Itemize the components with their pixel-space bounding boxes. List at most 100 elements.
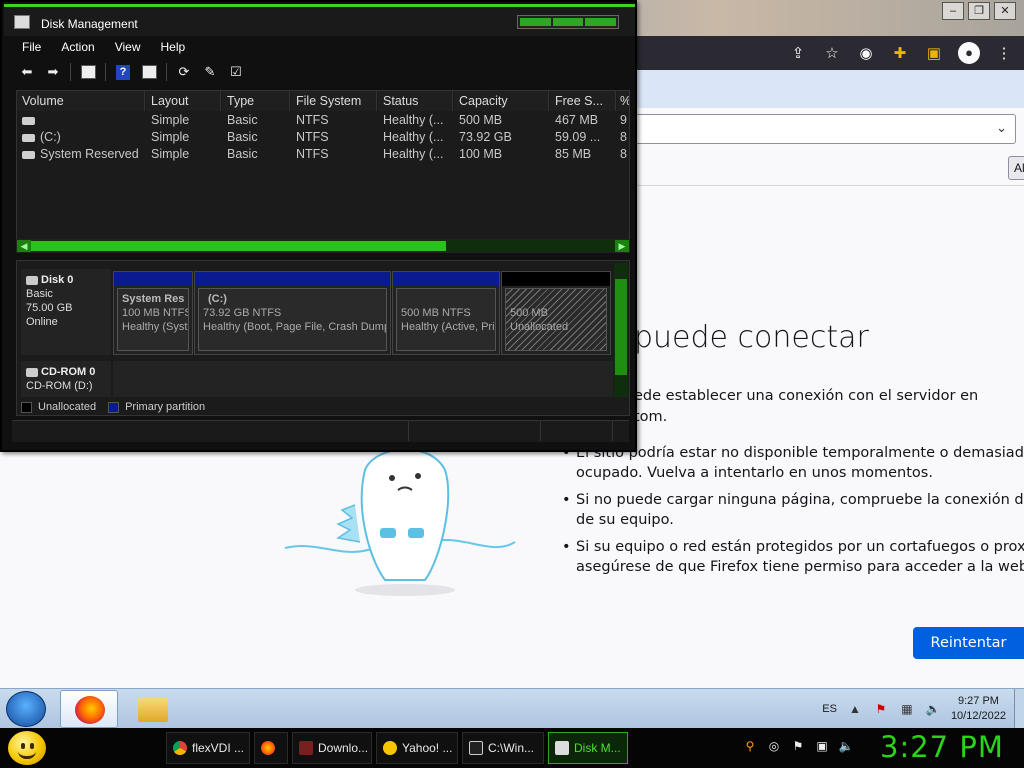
- language-indicator[interactable]: ES: [822, 703, 837, 715]
- network-icon[interactable]: ▣: [814, 738, 830, 754]
- host-taskbar: flexVDI ... Downlo... Yahoo! ... C:\Win.…: [0, 728, 1024, 768]
- table-row[interactable]: (C:) Simple Basic NTFS Healthy (... 73.9…: [17, 129, 629, 146]
- task-cmd[interactable]: C:\Win...: [462, 732, 544, 764]
- status-bar: [12, 420, 629, 442]
- menu-view[interactable]: View: [105, 38, 151, 58]
- action-center-flag-icon[interactable]: ⚑: [790, 738, 806, 754]
- cmd-icon: [469, 741, 483, 755]
- partition-c[interactable]: (C:) 73.92 GB NTFS Healthy (Boot, Page F…: [194, 271, 391, 355]
- task-yahoo[interactable]: Yahoo! ...: [376, 732, 458, 764]
- close-button[interactable]: [585, 18, 617, 26]
- maximize-button[interactable]: ❐: [968, 2, 990, 20]
- share-icon[interactable]: ⇪: [788, 43, 808, 63]
- smiley-start-icon[interactable]: [8, 731, 46, 765]
- cell-type: Basic: [227, 113, 258, 127]
- show-desktop-button[interactable]: [1014, 689, 1024, 729]
- tray-time: 9:27 PM: [957, 695, 999, 707]
- taskbar-firefox-button[interactable]: [60, 690, 118, 728]
- network-icon[interactable]: ▦: [899, 701, 915, 717]
- menu-icon[interactable]: ⋮: [994, 43, 1014, 63]
- properties-icon[interactable]: [140, 63, 158, 81]
- show-hide-console-icon[interactable]: [79, 63, 97, 81]
- column-type[interactable]: Type: [222, 91, 290, 111]
- account-icon[interactable]: ●: [958, 42, 980, 64]
- cell-percent-free: 8: [620, 147, 627, 161]
- partition-unallocated[interactable]: 500 MB Unallocated: [501, 271, 611, 355]
- status-icon[interactable]: ◎: [766, 738, 782, 754]
- column-layout[interactable]: Layout: [146, 91, 221, 111]
- retry-button[interactable]: Reintentar: [913, 627, 1024, 659]
- partition-system-reserved[interactable]: System Res 100 MB NTFS Healthy (Syst: [113, 271, 193, 355]
- suggestion-line: El sitio podría estar no disponible temp…: [576, 445, 1024, 461]
- task-flexvdi[interactable]: flexVDI ...: [166, 732, 250, 764]
- cell-volume: (C:): [17, 129, 145, 146]
- table-row[interactable]: Simple Basic NTFS Healthy (... 500 MB 46…: [17, 112, 629, 129]
- extension-icon[interactable]: ✚: [890, 43, 910, 63]
- sidebar-icon[interactable]: ▣: [924, 43, 944, 63]
- scroll-left-arrow-icon[interactable]: ◀: [17, 240, 31, 252]
- cell-capacity: 100 MB: [459, 147, 503, 161]
- container-icon[interactable]: ◉: [856, 43, 876, 63]
- cell-capacity: 500 MB: [459, 113, 503, 127]
- scrollbar-thumb[interactable]: [31, 241, 446, 251]
- chevron-down-icon[interactable]: ⌄: [996, 120, 1007, 136]
- cell-status: Healthy (...: [383, 113, 444, 127]
- refresh-icon[interactable]: ⟳: [175, 63, 193, 81]
- horizontal-scrollbar[interactable]: ◀ ▶: [16, 239, 630, 253]
- disk-name: Disk 0: [41, 274, 74, 286]
- column-status[interactable]: Status: [378, 91, 453, 111]
- cdrom-0-label[interactable]: CD-ROM 0 CD-ROM (D:): [21, 361, 111, 397]
- task-disk-management[interactable]: Disk M...: [548, 732, 628, 764]
- taskbar-explorer-button[interactable]: [124, 690, 182, 728]
- close-button[interactable]: ✕: [994, 2, 1016, 20]
- table-header: Volume Layout Type File System Status Ca…: [17, 91, 629, 111]
- volume-list: Volume Layout Type File System Status Ca…: [16, 90, 630, 250]
- partition-size: 500 MB NTFS: [401, 307, 471, 319]
- partition-info: 500 MB Unallocated: [505, 288, 607, 351]
- vertical-scrollbar[interactable]: [614, 263, 628, 397]
- task-downloads[interactable]: Downlo...: [292, 732, 372, 764]
- menu-file[interactable]: File: [12, 38, 51, 58]
- volume-icon[interactable]: 🔈: [925, 701, 941, 717]
- unallocated-bar: [502, 272, 610, 286]
- scroll-right-arrow-icon[interactable]: ▶: [615, 240, 629, 252]
- column-capacity[interactable]: Capacity: [454, 91, 549, 111]
- cell-type: Basic: [227, 147, 258, 161]
- forward-arrow-icon[interactable]: ➡: [44, 63, 62, 81]
- start-orb-icon[interactable]: [6, 691, 46, 727]
- disk-0-label[interactable]: Disk 0 Basic 75.00 GB Online: [21, 269, 111, 355]
- partition-info: System Res 100 MB NTFS Healthy (Syst: [117, 288, 189, 351]
- disk-management-titlebar[interactable]: Disk Management: [4, 4, 635, 36]
- bookmark-star-icon[interactable]: ☆: [822, 43, 842, 63]
- partition-500mb[interactable]: 500 MB NTFS Healthy (Active, Pri: [392, 271, 500, 355]
- column-free-space[interactable]: Free S...: [550, 91, 616, 111]
- action-center-flag-icon[interactable]: ⚑: [873, 701, 889, 717]
- search-icon[interactable]: ⚲: [742, 738, 758, 754]
- tray-clock[interactable]: 9:27 PM 10/12/2022: [951, 694, 1006, 724]
- task-label: Yahoo! ...: [402, 741, 453, 755]
- column-volume[interactable]: Volume: [17, 91, 145, 111]
- column-file-system[interactable]: File System: [291, 91, 377, 111]
- maximize-button[interactable]: [552, 18, 584, 26]
- disk-icon: [26, 275, 38, 285]
- side-button[interactable]: Al: [1008, 156, 1024, 180]
- cell-file-system: NTFS: [296, 113, 329, 127]
- check-icon[interactable]: ☑: [227, 63, 245, 81]
- show-hidden-icons-icon[interactable]: ▲: [847, 701, 863, 717]
- cdrom-icon: [26, 367, 38, 377]
- table-row[interactable]: System Reserved Simple Basic NTFS Health…: [17, 146, 629, 163]
- scrollbar-thumb[interactable]: [615, 279, 627, 375]
- minimize-button[interactable]: –: [942, 2, 964, 20]
- task-firefox[interactable]: [254, 732, 288, 764]
- back-arrow-icon[interactable]: ⬅: [18, 63, 36, 81]
- volume-icon[interactable]: 🔈: [838, 738, 854, 754]
- column-percent-free[interactable]: %: [617, 91, 629, 111]
- menu-help[interactable]: Help: [151, 38, 196, 58]
- menu-action[interactable]: Action: [51, 38, 104, 58]
- cdrom-partition-area[interactable]: [113, 361, 613, 397]
- help-icon[interactable]: ?: [114, 63, 132, 81]
- minimize-button[interactable]: [520, 18, 551, 26]
- rescan-disks-icon[interactable]: ✎: [201, 63, 219, 81]
- host-clock[interactable]: 3:27 PM: [880, 730, 1004, 764]
- disk-management-icon: [555, 741, 569, 755]
